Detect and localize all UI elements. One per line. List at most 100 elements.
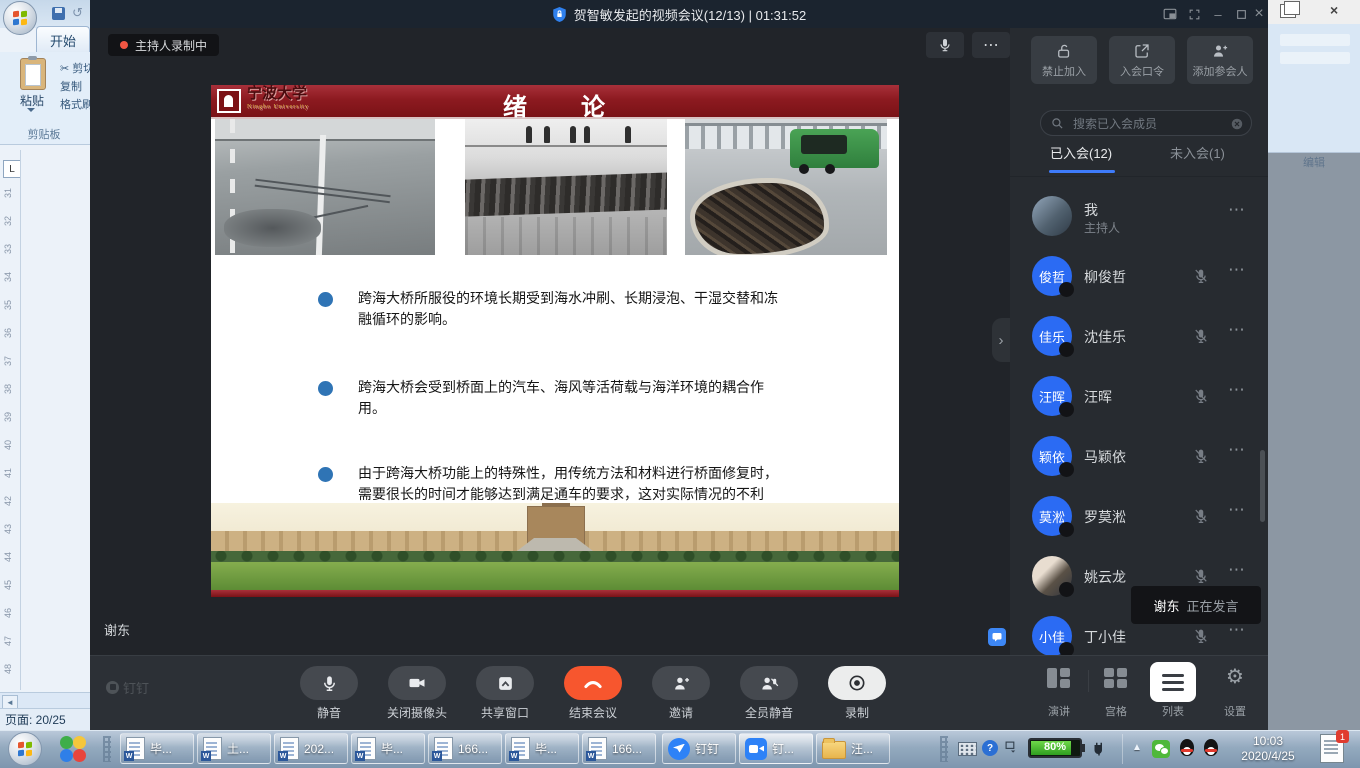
member-row[interactable]: 颖依 马颖依 ⋯	[1010, 426, 1268, 486]
taskbar-word-doc-2[interactable]: 土...	[197, 733, 271, 764]
search-input[interactable]	[1071, 113, 1225, 135]
office-button[interactable]	[3, 1, 37, 35]
windows-logo-icon	[18, 742, 32, 756]
taskbar-word-doc-6[interactable]: 毕...	[505, 733, 579, 764]
active-speaker-name: 谢东	[104, 620, 130, 639]
divider	[1010, 176, 1268, 177]
taskbar-dingtalk[interactable]: 钉钉	[662, 733, 736, 764]
lock-meeting-button[interactable]: 禁止加入	[1031, 36, 1097, 84]
clear-search-icon[interactable]	[1230, 117, 1244, 131]
undo-icon[interactable]: ↺	[72, 5, 83, 21]
save-icon[interactable]	[52, 7, 65, 20]
taskbar-grip[interactable]	[940, 736, 948, 762]
speaker-view-button[interactable]	[1047, 668, 1071, 688]
muted-mic-icon[interactable]	[1192, 267, 1210, 290]
member-more-button[interactable]: ⋯	[1228, 260, 1256, 280]
mute-all-button[interactable]	[740, 666, 798, 700]
pinwheel-app-icon[interactable]	[60, 736, 86, 762]
taskbar-word-doc-1[interactable]: 毕...	[120, 733, 194, 764]
power-plug-icon[interactable]	[1090, 739, 1108, 757]
cut-button[interactable]: ✂ 剪切	[60, 60, 90, 76]
member-row[interactable]: 俊哲 柳俊哲 ⋯	[1010, 246, 1268, 306]
member-row[interactable]: 汪晖 汪晖 ⋯	[1010, 366, 1268, 426]
clock-time: 10:03	[1228, 734, 1308, 749]
invite-button[interactable]	[652, 666, 710, 700]
gear-icon: ⚙	[1226, 664, 1244, 688]
battery-indicator[interactable]: 80%	[1028, 738, 1082, 758]
share-screen-label: 共享窗口	[460, 704, 550, 721]
taskbar-word-doc-7[interactable]: 166...	[582, 733, 656, 764]
slide-photo-campus	[211, 503, 899, 590]
notification-document-icon[interactable]: 1	[1320, 734, 1344, 763]
sidebar-collapse-handle[interactable]: ›	[992, 318, 1010, 362]
tab-stop-selector[interactable]: L	[3, 160, 21, 178]
muted-mic-icon[interactable]	[1192, 327, 1210, 350]
keyboard-tray-icon[interactable]	[958, 742, 977, 756]
pip-mode-button[interactable]	[1162, 6, 1178, 22]
taskbar-dingtalk-meeting[interactable]: 钉...	[739, 733, 813, 764]
tab-joined[interactable]: 已入会(12)	[1050, 143, 1112, 162]
paste-icon[interactable]	[20, 58, 46, 90]
fullscreen-button[interactable]	[1186, 6, 1202, 22]
camera-off-button[interactable]	[388, 666, 446, 700]
scroll-left-arrow[interactable]: ◄	[2, 695, 18, 709]
add-person-icon	[1211, 42, 1229, 60]
minimize-button[interactable]: –	[1210, 6, 1226, 22]
meeting-passcode-button[interactable]: 入会口令	[1109, 36, 1175, 84]
taskbar-word-doc-3[interactable]: 202...	[274, 733, 348, 764]
taskbar-word-doc-4[interactable]: 毕...	[351, 733, 425, 764]
close-button[interactable]: ×	[1251, 6, 1267, 22]
copy-button[interactable]: 复制	[60, 78, 82, 94]
tab-not-joined[interactable]: 未入会(1)	[1170, 143, 1225, 162]
add-participant-button[interactable]: 添加参会人	[1187, 36, 1253, 84]
qq-tray-icon[interactable]	[1179, 739, 1195, 758]
help-tray-icon[interactable]: ?	[982, 740, 998, 756]
member-more-button[interactable]: ⋯	[1228, 380, 1256, 400]
taskbar-word-doc-5[interactable]: 166...	[428, 733, 502, 764]
member-more-button[interactable]: ⋯	[1228, 560, 1256, 580]
start-button[interactable]	[8, 732, 42, 766]
wechat-tray-icon[interactable]	[1152, 740, 1170, 758]
member-row[interactable]: 莫淞 罗莫淞 ⋯	[1010, 486, 1268, 546]
sidebar-scrollbar[interactable]	[1260, 450, 1265, 522]
member-more-button[interactable]: ⋯	[1228, 320, 1256, 340]
mic-status-button[interactable]	[926, 32, 964, 58]
settings-button[interactable]: ⚙	[1226, 664, 1244, 688]
record-button[interactable]	[828, 666, 886, 700]
muted-mic-icon[interactable]	[1192, 387, 1210, 410]
list-view-button[interactable]	[1150, 662, 1196, 702]
paste-dropdown-arrow[interactable]	[27, 108, 35, 116]
word-tab-home[interactable]: 开始	[36, 26, 90, 53]
muted-mic-icon[interactable]	[1192, 447, 1210, 470]
member-more-button[interactable]: ⋯	[1228, 500, 1256, 520]
chevron-right-icon: ›	[999, 332, 1004, 349]
member-row-me[interactable]: 我 主持人 ⋯	[1010, 186, 1268, 246]
mute-button[interactable]	[300, 666, 358, 700]
member-row[interactable]: 佳乐 沈佳乐 ⋯	[1010, 306, 1268, 366]
window-tray-icon[interactable]	[1004, 740, 1018, 754]
grid-view-button[interactable]	[1104, 668, 1128, 688]
end-call-icon	[582, 675, 604, 691]
taskbar-folder[interactable]: 汪...	[816, 733, 890, 764]
member-more-button[interactable]: ⋯	[1228, 200, 1256, 220]
member-more-button[interactable]: ⋯	[1228, 440, 1256, 460]
format-painter-button[interactable]: 格式刷	[60, 96, 90, 112]
restore-window-icon[interactable]	[1280, 4, 1296, 18]
more-options-button[interactable]: ⋯	[972, 32, 1010, 58]
show-hidden-icons-button[interactable]: ▲	[1132, 742, 1142, 753]
word-doc-icon	[588, 737, 607, 760]
word-hscrollbar[interactable]: ◄	[0, 692, 90, 709]
maximize-button[interactable]	[1233, 6, 1249, 22]
muted-mic-icon[interactable]	[1192, 507, 1210, 530]
paste-label[interactable]: 粘贴	[6, 92, 58, 109]
share-screen-button[interactable]	[476, 666, 534, 700]
chat-button[interactable]	[988, 628, 1006, 646]
muted-mic-icon[interactable]	[1192, 627, 1210, 650]
end-meeting-button[interactable]	[564, 666, 622, 700]
taskbar-clock[interactable]: 10:03 2020/4/25	[1228, 734, 1308, 764]
avatar	[1032, 556, 1072, 596]
qq-tray-icon[interactable]	[1203, 739, 1219, 758]
divider	[1088, 670, 1089, 692]
close-window-icon[interactable]: ×	[1330, 2, 1338, 18]
taskbar-grip[interactable]	[103, 736, 111, 762]
